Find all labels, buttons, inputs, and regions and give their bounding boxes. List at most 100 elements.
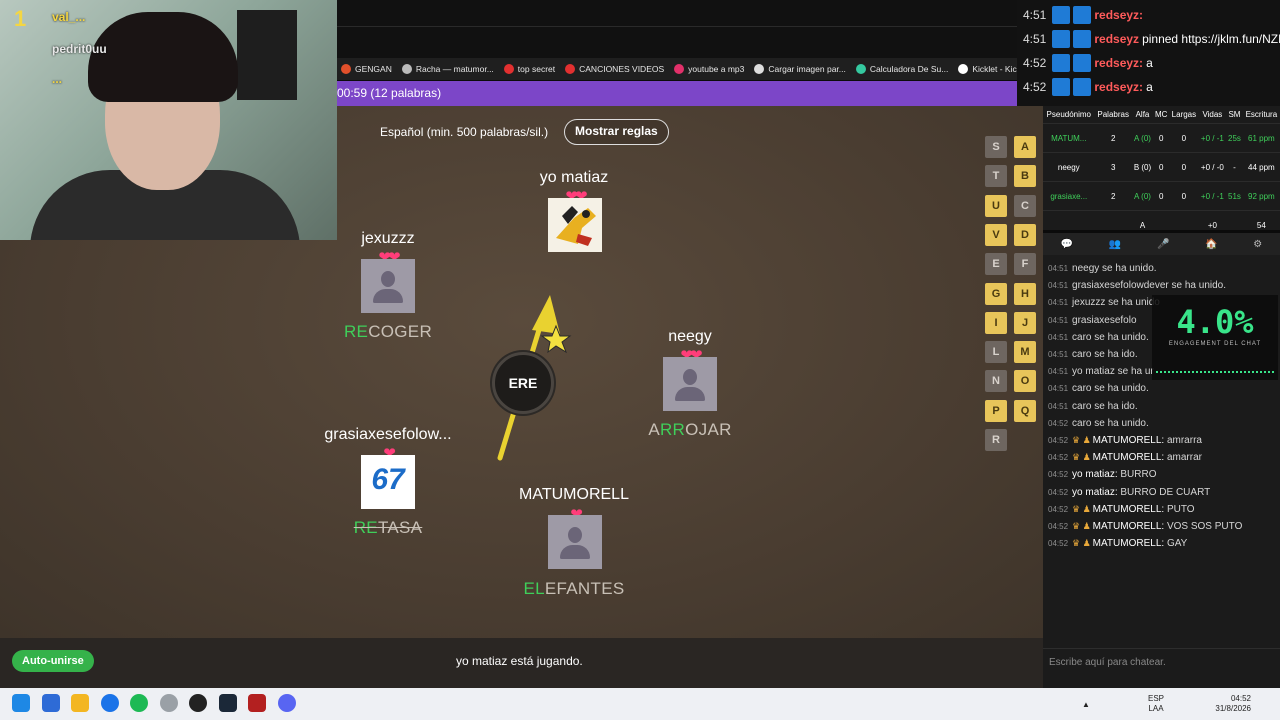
stats-cell [1043,210,1095,230]
app-icon[interactable] [160,694,178,712]
show-rules-button[interactable]: Mostrar reglas [564,119,669,145]
webcam-feed: 1 val_... pedrit0uu ... [0,0,337,240]
stats-cell: 61 ppm [1242,123,1280,153]
message-text: caro se ha unido. [1072,417,1149,429]
bookmark-label: Calculadora De Su... [869,64,949,74]
chat-message: 04:51 grasiaxesefolo [1048,315,1137,326]
chat-message: 04:52 caro se ha unido. [1048,418,1149,429]
message-time: 4:52 [1023,80,1047,94]
bookmark-item[interactable]: youtube a mp3 [674,64,744,74]
letter-tile: B [1014,165,1036,188]
stats-row: MATUM... 2 A (0) 0 0 +0 / -1 25s 61 ppm [1043,123,1280,153]
avatar-number: 67 [371,463,405,496]
bookmark-item[interactable]: CANCIONES VIDEOS [565,64,664,74]
message-user[interactable]: MATUMORELL: [1093,452,1165,463]
chat-message: 04:51 caro se ha unido. [1048,332,1149,343]
crown-icon: ♛ ♟ [1072,452,1091,463]
stats-cell: 0 [1153,181,1170,211]
message-user[interactable]: MATUMORELL: [1093,538,1165,549]
stats-column-header[interactable]: MC [1153,106,1169,124]
edge-browser-icon[interactable] [101,694,119,712]
task-view-icon[interactable] [42,694,60,712]
chat-message: 04:51 neegy se ha unido. [1048,263,1157,274]
message-user[interactable]: yo matiaz: [1072,469,1118,480]
discord-icon[interactable] [278,694,296,712]
stats-row: A +0 54 [1043,210,1280,230]
game-launcher-icon[interactable] [248,694,266,712]
letter-tile: Q [1014,399,1036,422]
stream-chat-overlay: 4:51 redseyz: 4:51 redseyz pinned https://jk… [1017,0,1280,106]
steam-icon[interactable] [219,694,237,712]
spotify-icon[interactable] [130,694,148,712]
stats-cell: MATUM... [1043,123,1095,153]
chat-tab-icon[interactable]: 💬 [1061,239,1073,250]
stats-cell: A (0) [1131,123,1154,153]
stats-cell: 92 ppm [1242,181,1280,211]
stats-column-header[interactable]: SM [1226,106,1243,124]
stats-cell: 0 [1169,123,1199,153]
bookmark-item[interactable]: Calculadora De Su... [855,64,949,74]
stats-column-header[interactable]: Pseudónimo [1043,106,1095,124]
overlay-chat-message: 4:52 redseyz: a [1023,76,1153,98]
message-user: redseyz: [1094,8,1144,22]
message-time: 04:51 [1048,367,1069,377]
keyboard-layout[interactable]: ESP LAA [1148,688,1164,720]
stats-cell: 2 [1094,123,1132,153]
stats-column-header[interactable]: Palabras [1095,106,1132,124]
user-badge-icon [1052,30,1071,48]
message-user[interactable]: yo matiaz: [1072,487,1118,498]
chat-input[interactable]: Escribe aquí para chatear. [1043,648,1280,688]
tray-chevron-icon[interactable]: ▲ [1082,688,1090,720]
letter-tile: R [985,429,1007,451]
stats-cell: 25s [1226,123,1243,153]
message-user[interactable]: MATUMORELL: [1093,435,1165,446]
stats-column-header[interactable]: Alfa [1132,106,1153,124]
stats-cell: 2 [1094,181,1132,211]
chat-tab-icon[interactable]: 🏠 [1205,239,1217,250]
bookmark-item[interactable]: GENGAN [341,64,392,74]
message-text: amrarra [1166,435,1202,446]
engagement-label: ENGAGEMENT DEL CHAT [1168,341,1262,347]
crown-icon: ♛ ♟ [1072,503,1091,514]
message-time: 04:51 [1048,350,1069,359]
chat-message: 04:51 grasiaxesefolowdever se ha unido. [1048,280,1226,291]
chat-tab-icon[interactable]: 🎤 [1157,239,1169,250]
message-text: grasiaxesefolo [1072,314,1137,326]
auto-join-button[interactable]: Auto-unirse [12,650,94,672]
message-time: 04:52 [1048,539,1069,549]
bookmark-item[interactable]: Cargar imagen par... [754,64,846,74]
system-clock[interactable]: 04:52 31/8/2026 [1213,688,1251,720]
message-time: 4:51 [1023,32,1047,46]
stats-cell: 0 [1153,152,1170,182]
stats-cell: 54 [1242,210,1280,230]
stats-cell: 51s [1226,181,1243,211]
message-text: PUTO [1166,503,1195,515]
windows-start-icon[interactable] [12,694,30,712]
stats-column-header[interactable]: Largas [1169,106,1198,124]
overlay-chat-message: 4:51 redseyz: [1023,4,1146,26]
file-explorer-icon[interactable] [71,694,89,712]
bookmark-item[interactable]: top secret [503,64,555,74]
chat-message: 04:52 ♛ ♟ MATUMORELL: amarrar [1048,452,1202,463]
clock-time: 04:52 [1230,694,1251,703]
stats-column-header[interactable]: Escritura [1243,106,1280,124]
message-user[interactable]: MATUMORELL: [1093,521,1165,532]
user-badge-icon [1073,54,1092,72]
message-user: redseyz [1094,32,1140,46]
chat-tab-icon[interactable]: ⚙ [1253,239,1262,250]
stats-cell [1153,210,1170,230]
message-time: 04:51 [1048,401,1069,411]
message-time: 4:51 [1023,8,1047,22]
letter-tile: C [1014,194,1036,217]
chat-message: 04:51 jexuzzz se ha unido [1048,297,1160,308]
message-user[interactable]: MATUMORELL: [1093,504,1165,515]
chat-tab-icon[interactable]: 👥 [1109,239,1121,250]
player-word: RETASA [353,518,423,537]
bookmark-item[interactable]: Kicklet - Kick C [958,64,1017,74]
letter-tile: E [985,253,1007,276]
stats-column-header[interactable]: Vidas [1199,106,1227,124]
stats-cell: 44 ppm [1242,152,1280,182]
bookmark-item[interactable]: Racha — matumor... [401,64,494,74]
obs-icon[interactable] [189,694,207,712]
message-time: 04:52 [1048,453,1069,463]
